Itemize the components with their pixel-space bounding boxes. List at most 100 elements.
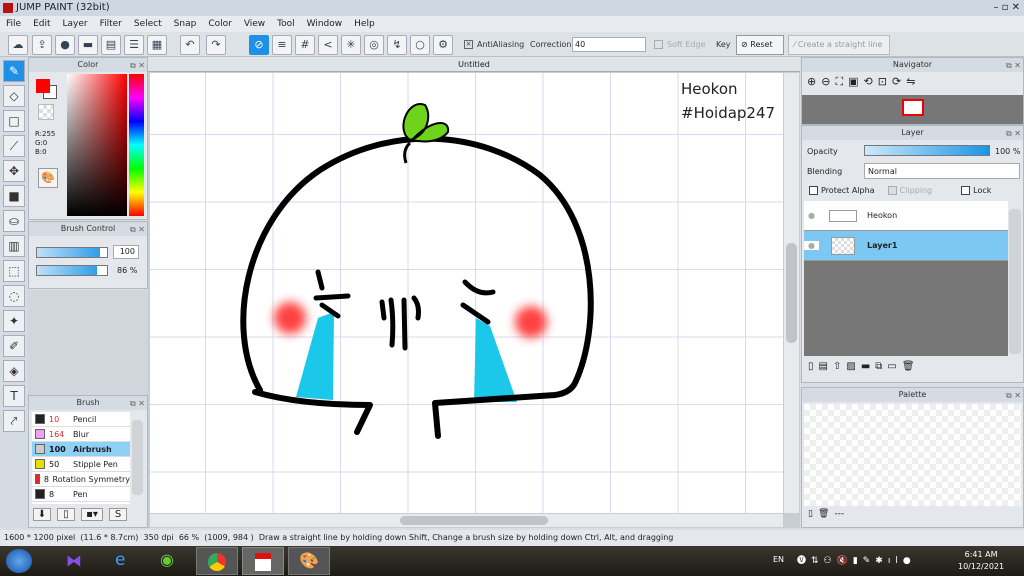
- rect-select-icon[interactable]: ⬚: [3, 260, 25, 282]
- soft-edge-checkbox[interactable]: [654, 40, 663, 49]
- navigator-preview[interactable]: [802, 95, 1023, 124]
- duplicate-icon[interactable]: ⧉: [875, 361, 882, 372]
- tone-layer-icon[interactable]: ▨: [846, 361, 855, 372]
- chrome-taskbar-button[interactable]: [196, 547, 238, 575]
- line-tool-icon[interactable]: ⟋: [3, 135, 25, 157]
- new-layer-text-icon[interactable]: ▤: [819, 361, 828, 372]
- brush-size-slider[interactable]: [36, 247, 108, 258]
- antialiasing-checkbox[interactable]: ×: [464, 40, 473, 49]
- protect-alpha-checkbox[interactable]: [809, 186, 818, 195]
- operation-tool-icon[interactable]: ⤤: [3, 410, 25, 432]
- redo-icon[interactable]: ↷: [206, 35, 226, 55]
- language-indicator[interactable]: EN: [773, 555, 784, 564]
- layer-up-icon[interactable]: ⇧: [833, 361, 841, 372]
- saturation-value-picker[interactable]: [67, 74, 127, 216]
- brush-item[interactable]: 10 Pencil: [32, 412, 130, 427]
- rotate-right-icon[interactable]: ⟳: [892, 75, 901, 89]
- zoom-out-icon[interactable]: ⊖: [821, 75, 830, 89]
- menu-layer[interactable]: Layer: [57, 16, 94, 32]
- brush-item[interactable]: 164 Blur: [32, 427, 130, 442]
- coccoc-icon[interactable]: ◉: [160, 550, 174, 569]
- trash-icon[interactable]: 🗑: [902, 361, 915, 372]
- grid-snap-icon[interactable]: #: [295, 35, 315, 55]
- fill-rect-tool-icon[interactable]: ■: [3, 185, 25, 207]
- window-controls[interactable]: – ▫ ✕: [993, 0, 1020, 16]
- blending-dropdown[interactable]: Normal: [864, 163, 1020, 179]
- start-button[interactable]: [6, 549, 32, 573]
- menu-select[interactable]: Select: [128, 16, 168, 32]
- close-icon[interactable]: ⧉ ✕: [130, 223, 145, 237]
- rectangle-tool-icon[interactable]: □: [3, 110, 25, 132]
- close-icon[interactable]: ⧉ ✕: [130, 397, 145, 411]
- snap-settings-icon[interactable]: ⚙: [433, 35, 453, 55]
- menu-filter[interactable]: Filter: [94, 16, 128, 32]
- correction-dropdown[interactable]: 40: [572, 37, 646, 52]
- layer-row-heokon[interactable]: ● Heokon: [804, 201, 1008, 231]
- radial-snap-icon[interactable]: ✳: [341, 35, 361, 55]
- cloud-icon[interactable]: ☁: [8, 35, 28, 55]
- snap-off-icon[interactable]: ⊘: [249, 35, 269, 55]
- menu-edit[interactable]: Edit: [27, 16, 56, 32]
- bucket-tool-icon[interactable]: ⛀: [3, 210, 25, 232]
- paint-taskbar-button[interactable]: 🎨: [288, 547, 330, 575]
- move-tool-icon[interactable]: ✥: [3, 160, 25, 182]
- transparent-color-swatch[interactable]: [38, 104, 54, 120]
- brush-tool-icon[interactable]: ✎: [3, 60, 25, 82]
- menu-help[interactable]: Help: [348, 16, 381, 32]
- layer-row-layer1[interactable]: ● Layer1: [804, 231, 1008, 261]
- close-icon[interactable]: ⧉ ✕: [130, 59, 145, 73]
- new-layer-icon[interactable]: ▯: [808, 361, 814, 372]
- lock-checkbox[interactable]: [961, 186, 971, 195]
- actual-size-icon[interactable]: ▣: [848, 75, 858, 89]
- visibility-icon[interactable]: ●: [804, 241, 819, 250]
- create-straight-line-button[interactable]: ⁄ Create a straight line: [788, 35, 890, 55]
- brush-item[interactable]: 8 Rotation Symmetry: [32, 472, 130, 487]
- delete-palette-icon[interactable]: 🗑: [818, 509, 829, 519]
- document-tab[interactable]: Untitled: [148, 57, 800, 72]
- brush-item[interactable]: 100 Airbrush: [32, 442, 130, 457]
- brush-opacity-slider[interactable]: [36, 265, 108, 276]
- menu-tool[interactable]: Tool: [271, 16, 300, 32]
- magic-wand-icon[interactable]: ✦: [3, 310, 25, 332]
- flip-icon[interactable]: ⇋: [906, 75, 915, 89]
- clipping-checkbox[interactable]: [887, 186, 897, 195]
- palette-icon[interactable]: 🎨: [38, 168, 58, 188]
- brush-list-scrollbar[interactable]: [132, 420, 143, 495]
- brush-item[interactable]: 8 Pen: [32, 487, 130, 502]
- page-icon[interactable]: ▤: [101, 35, 121, 55]
- palette-swatches[interactable]: [804, 404, 1021, 506]
- clock[interactable]: 6:41 AM 10/12/2021: [958, 549, 1004, 573]
- close-icon[interactable]: ⧉ ✕: [1006, 59, 1021, 73]
- reset-button[interactable]: ⊘ Reset: [736, 35, 784, 55]
- layout-icon[interactable]: ▦: [147, 35, 167, 55]
- curve-snap-icon[interactable]: ↯: [387, 35, 407, 55]
- close-icon[interactable]: ⧉ ✕: [1006, 127, 1021, 141]
- vanishing-snap-icon[interactable]: <: [318, 35, 338, 55]
- undo-icon[interactable]: ↶: [180, 35, 200, 55]
- lasso-select-icon[interactable]: ◌: [3, 285, 25, 307]
- close-icon[interactable]: ⧉ ✕: [1006, 389, 1021, 403]
- shape-snap-icon[interactable]: ○: [410, 35, 430, 55]
- fit-window-icon[interactable]: ⊡: [878, 75, 887, 89]
- menu-view[interactable]: View: [238, 16, 271, 32]
- circle-snap-icon[interactable]: ◎: [364, 35, 384, 55]
- brush-size-value[interactable]: 100: [113, 245, 139, 259]
- gradient-tool-icon[interactable]: ▥: [3, 235, 25, 257]
- rotate-left-icon[interactable]: ⟲: [864, 75, 873, 89]
- horizontal-scrollbar[interactable]: [150, 514, 783, 527]
- visibility-icon[interactable]: ●: [804, 211, 819, 220]
- brush-menu-icon[interactable]: ▪▾: [81, 508, 103, 521]
- jump-paint-taskbar-button[interactable]: [242, 547, 284, 575]
- fit-icon[interactable]: ⛶: [835, 75, 843, 89]
- brush-item[interactable]: 50 Stipple Pen: [32, 457, 130, 472]
- select-pen-icon[interactable]: ✐: [3, 335, 25, 357]
- foreground-color-swatch[interactable]: [36, 79, 50, 93]
- eraser-tool-icon[interactable]: ◇: [3, 85, 25, 107]
- folder-icon[interactable]: ▬: [861, 361, 870, 372]
- list-icon[interactable]: ☰: [124, 35, 144, 55]
- merge-icon[interactable]: ▭: [887, 361, 896, 372]
- visual-studio-icon[interactable]: ⧓: [66, 551, 82, 570]
- select-eraser-icon[interactable]: ◈: [3, 360, 25, 382]
- layer-opacity-slider[interactable]: [864, 145, 990, 156]
- brush-settings-icon[interactable]: S: [109, 508, 127, 521]
